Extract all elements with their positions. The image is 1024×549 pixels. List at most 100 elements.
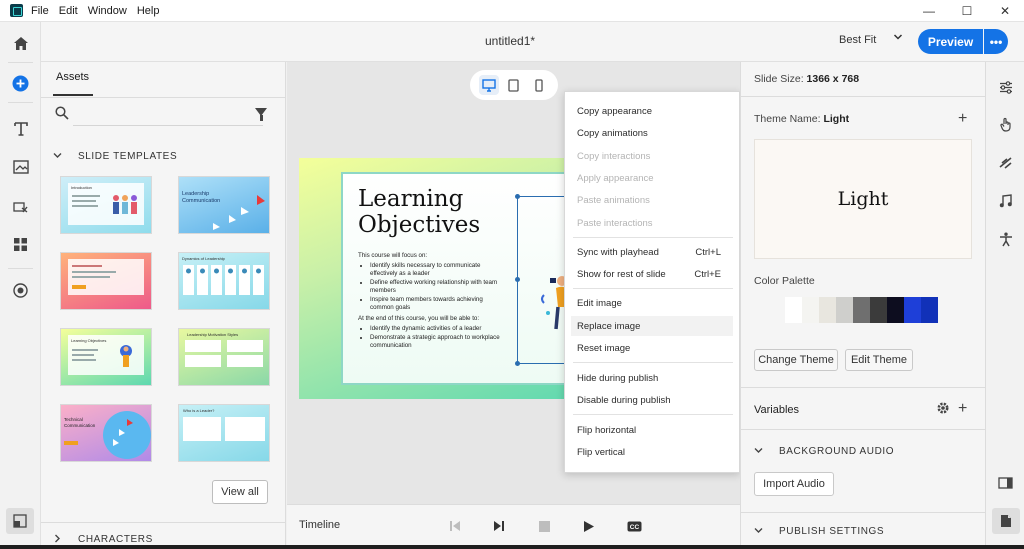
add-slide-icon[interactable] (0, 69, 41, 97)
desktop-icon[interactable] (478, 75, 499, 95)
slide[interactable]: Learning Objectives This course will foc… (299, 158, 599, 399)
view-all-button[interactable]: View all (212, 480, 268, 504)
closed-captions-icon[interactable]: CC (624, 516, 644, 536)
color-swatch[interactable] (853, 297, 870, 323)
next-icon[interactable] (489, 516, 509, 536)
color-swatch[interactable] (921, 297, 938, 323)
record-icon[interactable] (0, 276, 41, 304)
close-button[interactable]: ✕ (986, 0, 1024, 22)
color-swatch[interactable] (785, 297, 802, 323)
color-palette[interactable] (785, 297, 938, 323)
menu-item-reset-image[interactable]: Reset image (565, 338, 739, 358)
menu-file[interactable]: File (31, 5, 49, 17)
color-swatch[interactable] (904, 297, 921, 323)
widgets-icon[interactable] (0, 230, 41, 258)
context-menu: Copy appearance Copy animations Copy int… (564, 91, 740, 473)
menu-item-disable-during-publish[interactable]: Disable during publish (565, 390, 739, 410)
interaction-icon[interactable] (0, 193, 41, 221)
menu-item-hide-during-publish[interactable]: Hide during publish (565, 368, 739, 388)
panel-layout-icon[interactable] (986, 470, 1024, 496)
more-options-button[interactable]: ••• (984, 29, 1008, 54)
filter-icon[interactable] (255, 108, 267, 121)
stop-icon[interactable] (534, 516, 554, 536)
button-shape (72, 285, 86, 289)
previous-icon[interactable] (445, 516, 465, 536)
template-thumbnail[interactable]: Introduction (60, 176, 152, 234)
menu-item-flip-horizontal[interactable]: Flip horizontal (565, 420, 739, 440)
panel-toggle-icon[interactable] (6, 508, 34, 534)
properties-sliders-icon[interactable] (986, 74, 1024, 100)
resize-handle[interactable] (515, 277, 520, 282)
accessibility-icon[interactable] (986, 226, 1024, 252)
tab-assets[interactable]: Assets (56, 71, 89, 83)
search-input[interactable] (73, 106, 263, 126)
menu-item-replace-image[interactable]: Replace image (571, 316, 733, 336)
template-thumbnail[interactable] (60, 252, 152, 310)
audio-note-icon[interactable] (986, 188, 1024, 214)
template-thumbnail[interactable]: Leadership Motivation Styles (178, 328, 270, 386)
color-swatch[interactable] (819, 297, 836, 323)
menu-item-copy-appearance[interactable]: Copy appearance (565, 101, 739, 121)
mobile-icon[interactable] (529, 75, 549, 95)
menu-item-paste-animations[interactable]: Paste animations (565, 190, 739, 210)
section-background-audio[interactable]: BACKGROUND AUDIO (754, 446, 894, 457)
menu-edit[interactable]: Edit (59, 5, 78, 17)
slide-body-text[interactable]: This course will focus on: Identify skil… (358, 252, 503, 353)
template-thumbnail[interactable]: Dynamics of Leadership (178, 252, 270, 310)
add-theme-icon[interactable]: + (958, 111, 967, 127)
section-label: SLIDE TEMPLATES (78, 151, 178, 162)
chevron-down-icon (754, 526, 763, 537)
menu-item-edit-image[interactable]: Edit image (565, 293, 739, 313)
text-icon[interactable] (0, 115, 41, 143)
menu-window[interactable]: Window (88, 5, 127, 17)
play-icon[interactable] (579, 516, 599, 536)
color-swatch[interactable] (802, 297, 819, 323)
content-block (185, 355, 221, 367)
maximize-button[interactable]: ☐ (948, 0, 986, 22)
template-thumbnail[interactable]: Learning Objectives (60, 328, 152, 386)
resize-handle[interactable] (515, 194, 520, 199)
menu-item-apply-appearance[interactable]: Apply appearance (565, 168, 739, 188)
slide-title[interactable]: Learning Objectives (358, 186, 498, 238)
menu-item-flip-vertical[interactable]: Flip vertical (565, 442, 739, 462)
top-header: untitled1* Best Fit Preview ••• (41, 22, 1024, 62)
resize-handle[interactable] (515, 361, 520, 366)
color-swatch[interactable] (836, 297, 853, 323)
template-thumbnail[interactable]: Leadership Communication (178, 176, 270, 234)
template-card: Learning Objectives (68, 335, 144, 375)
menu-item-copy-interactions[interactable]: Copy interactions (565, 146, 739, 166)
tablet-icon[interactable] (504, 75, 524, 95)
media-icon[interactable] (0, 153, 41, 181)
slide-size: Slide Size: 1366 x 768 (754, 73, 859, 85)
color-swatch[interactable] (887, 297, 904, 323)
home-icon[interactable] (0, 29, 41, 57)
zoom-fit-select[interactable]: Best Fit (839, 34, 876, 46)
section-publish-settings[interactable]: PUBLISH SETTINGS (754, 526, 884, 537)
template-thumbnail[interactable]: Technical Communication (60, 404, 152, 462)
menu-item-copy-animations[interactable]: Copy animations (565, 123, 739, 143)
menu-item-paste-interactions[interactable]: Paste interactions (565, 213, 739, 233)
theme-preview[interactable]: Light (754, 139, 972, 259)
section-characters[interactable]: CHARACTERS (53, 534, 153, 545)
minimize-button[interactable]: — (910, 0, 948, 22)
change-theme-button[interactable]: Change Theme (754, 349, 838, 371)
menu-item-show-for-rest-of-slide[interactable]: Show for rest of slide Ctrl+E (565, 264, 739, 284)
preview-button[interactable]: Preview (918, 29, 983, 54)
edit-theme-button[interactable]: Edit Theme (845, 349, 913, 371)
chevron-down-icon[interactable] (893, 32, 903, 45)
menu-help[interactable]: Help (137, 5, 160, 17)
template-title: Learning Objectives (71, 338, 107, 343)
document-properties-icon[interactable] (992, 508, 1020, 534)
menu-divider (573, 237, 733, 238)
gear-icon[interactable] (936, 401, 950, 418)
template-thumbnail[interactable]: Who is a Leader? (178, 404, 270, 462)
timeline-label[interactable]: Timeline (299, 519, 340, 531)
menu-item-sync-with-playhead[interactable]: Sync with playhead Ctrl+L (565, 242, 739, 262)
add-variable-icon[interactable]: + (958, 401, 967, 417)
bullet-item: Inspire team members towards achieving c… (370, 296, 503, 312)
interactions-hand-icon[interactable] (986, 111, 1024, 137)
color-swatch[interactable] (870, 297, 887, 323)
section-slide-templates[interactable]: SLIDE TEMPLATES (53, 151, 177, 162)
animation-icon[interactable] (986, 149, 1024, 175)
import-audio-button[interactable]: Import Audio (754, 472, 834, 496)
